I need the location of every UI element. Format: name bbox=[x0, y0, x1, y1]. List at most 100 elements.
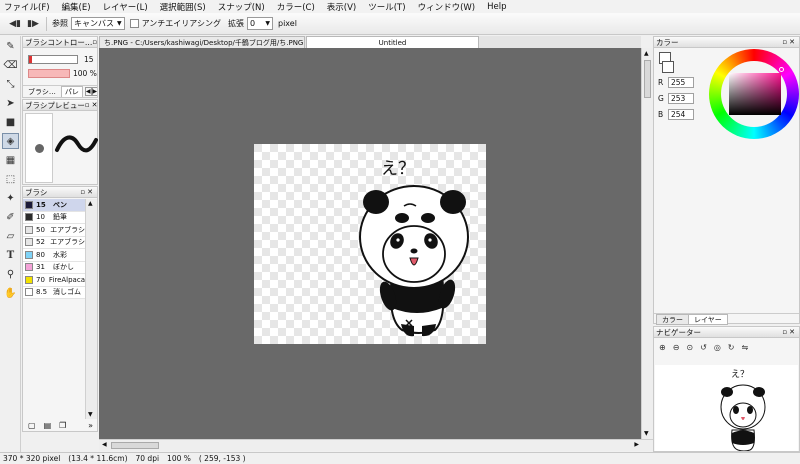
move-tool-icon[interactable]: ➤ bbox=[2, 95, 19, 111]
rotate-reset-icon[interactable]: ◎ bbox=[714, 343, 721, 352]
flip-right-icon[interactable]: ▮▶ bbox=[26, 17, 40, 31]
brush-size: 50 bbox=[36, 225, 45, 234]
horizontal-scrollbar[interactable]: ◀ ▶ bbox=[99, 439, 653, 451]
green-input[interactable]: 253 bbox=[668, 93, 694, 104]
panel-close-icon[interactable]: ▫✕ bbox=[782, 328, 799, 336]
color-layer-tabs: カラー レイヤー bbox=[654, 313, 799, 325]
more-icon[interactable]: » bbox=[88, 421, 97, 430]
list-item[interactable]: 10 鉛筆 bbox=[23, 211, 85, 224]
zoom-in-icon[interactable]: ⊕ bbox=[659, 343, 666, 352]
eraser-tool-icon[interactable]: ⌫ bbox=[2, 57, 19, 73]
menu-tools[interactable]: ツール(T) bbox=[368, 1, 405, 13]
menu-window[interactable]: ウィンドウ(W) bbox=[418, 1, 476, 13]
brush-list-scrollbar[interactable]: ▲ ▼ bbox=[85, 199, 97, 419]
tab-color[interactable]: カラー bbox=[656, 314, 689, 325]
vertical-scroll-thumb[interactable] bbox=[644, 60, 651, 98]
scroll-down-icon[interactable]: ▼ bbox=[88, 411, 93, 418]
tab-brush[interactable]: ブラシ… bbox=[23, 87, 61, 97]
scroll-up-icon[interactable]: ▲ bbox=[644, 50, 649, 57]
blue-row: B 254 bbox=[658, 109, 694, 120]
select-pen-tool-icon[interactable]: ✐ bbox=[2, 209, 19, 225]
gradient-tool-icon[interactable]: ▦ bbox=[2, 152, 19, 168]
reference-select[interactable]: キャンバス ▼ bbox=[71, 17, 125, 30]
new-brush-icon[interactable]: ▢ bbox=[28, 421, 36, 430]
zoom-fit-icon[interactable]: ⊙ bbox=[686, 343, 693, 352]
document-tabs: ち.PNG - C:/Users/kashiwagi/Desktop/千鶴ブログ… bbox=[99, 36, 641, 48]
transform-tool-icon[interactable]: ⤡ bbox=[2, 76, 19, 92]
brush-name: 消しゴム bbox=[53, 288, 81, 297]
horizontal-scroll-thumb[interactable] bbox=[111, 442, 159, 449]
blue-input[interactable]: 254 bbox=[668, 109, 694, 120]
menu-file[interactable]: ファイル(F) bbox=[4, 1, 50, 13]
eyedropper-tool-icon[interactable]: ⚲ bbox=[2, 266, 19, 282]
scroll-left-icon[interactable]: ◀ bbox=[102, 441, 107, 448]
fill-tool-icon[interactable]: ■ bbox=[2, 114, 19, 130]
list-item[interactable]: 15 ペン bbox=[23, 199, 85, 212]
list-item[interactable]: 8.5 消しゴム bbox=[23, 286, 85, 299]
menu-select[interactable]: 選択範囲(S) bbox=[160, 1, 206, 13]
panel-close-icon[interactable]: ▫✕ bbox=[85, 101, 97, 109]
scroll-up-icon[interactable]: ▲ bbox=[88, 200, 93, 207]
scroll-right-icon[interactable]: ▶ bbox=[634, 441, 639, 448]
menu-layer[interactable]: レイヤー(L) bbox=[103, 1, 148, 13]
edit-brush-icon[interactable]: ▤ bbox=[44, 421, 52, 430]
rotate-left-icon[interactable]: ↺ bbox=[700, 343, 707, 352]
duplicate-brush-icon[interactable]: ❐ bbox=[59, 421, 66, 430]
hand-tool-icon[interactable]: ✋ bbox=[2, 285, 19, 301]
brush-color-swatch bbox=[25, 200, 33, 209]
flip-view-icon[interactable]: ⇋ bbox=[742, 343, 749, 352]
panel-close-icon[interactable]: ▫✕ bbox=[782, 38, 799, 46]
tab-palette[interactable]: パレ bbox=[60, 86, 83, 97]
tool-palette: ✎ ⌫ ⤡ ➤ ■ ◈ ▦ ⬚ ✦ ✐ ▱ T ⚲ ✋ bbox=[0, 36, 21, 452]
tab-document-untitled[interactable]: Untitled bbox=[306, 36, 479, 48]
list-item[interactable]: 50 エアブラシ bbox=[23, 224, 85, 237]
bucket-tool-icon[interactable]: ◈ bbox=[2, 133, 19, 149]
brush-name: FireAlpaca bbox=[48, 275, 85, 284]
scroll-down-icon[interactable]: ▼ bbox=[644, 430, 649, 437]
canvas-workspace: え？ bbox=[99, 48, 641, 439]
tab-scroll-left-icon[interactable]: ◀ bbox=[84, 87, 92, 96]
select-eraser-tool-icon[interactable]: ▱ bbox=[2, 228, 19, 244]
zoom-out-icon[interactable]: ⊖ bbox=[673, 343, 680, 352]
panel-header: ブラシ ▫✕ bbox=[23, 187, 97, 198]
red-label: R bbox=[658, 78, 664, 87]
rotate-right-icon[interactable]: ↻ bbox=[728, 343, 735, 352]
color-wheel[interactable] bbox=[709, 49, 799, 139]
brush-control-panel: ブラシコントロー… ▫✕ 15 100 % ブラシ… パレ ◀ ▶ bbox=[22, 36, 98, 98]
secondary-color-swatch[interactable] bbox=[662, 61, 674, 73]
list-item[interactable]: 70 FireAlpaca bbox=[23, 274, 85, 287]
tab-layer[interactable]: レイヤー bbox=[688, 314, 728, 325]
brush-list-footer: ▢ ▤ ❐ » bbox=[23, 419, 97, 431]
navigator-thumbnail[interactable]: え？ bbox=[655, 365, 798, 451]
brush-list-panel: ブラシ ▫✕ 15 ペン 10 鉛筆 50 エアブラシ 52 エアブラシ 80 水彩 31… bbox=[22, 186, 98, 432]
zoom-level: 100 % bbox=[167, 454, 191, 463]
list-item[interactable]: 31 ぼかし bbox=[23, 261, 85, 274]
magic-wand-tool-icon[interactable]: ✦ bbox=[2, 190, 19, 206]
antialias-checkbox[interactable] bbox=[129, 19, 139, 28]
list-item[interactable]: 52 エアブラシ bbox=[23, 236, 85, 249]
red-input[interactable]: 255 bbox=[668, 77, 694, 88]
menu-edit[interactable]: 編集(E) bbox=[62, 1, 91, 13]
panel-close-icon[interactable]: ▫✕ bbox=[92, 38, 97, 46]
list-item[interactable]: 80 水彩 bbox=[23, 249, 85, 262]
vertical-scrollbar[interactable]: ▲ ▼ bbox=[641, 48, 653, 439]
menu-color[interactable]: カラー(C) bbox=[277, 1, 315, 13]
panel-close-icon[interactable]: ▫✕ bbox=[80, 188, 97, 196]
tab-scroll-right-icon[interactable]: ▶ bbox=[91, 87, 97, 96]
expand-select[interactable]: 0 ▼ bbox=[246, 17, 273, 30]
menu-view[interactable]: 表示(V) bbox=[327, 1, 356, 13]
brush-color-swatch bbox=[25, 288, 33, 297]
brush-color-swatch bbox=[25, 213, 33, 222]
hue-marker[interactable] bbox=[779, 67, 784, 72]
menu-snap[interactable]: スナップ(N) bbox=[218, 1, 265, 13]
text-tool-icon[interactable]: T bbox=[2, 247, 19, 263]
saturation-value-square[interactable] bbox=[729, 73, 781, 115]
tab-document-file[interactable]: ち.PNG - C:/Users/kashiwagi/Desktop/千鶴ブログ… bbox=[99, 36, 305, 48]
menu-help[interactable]: Help bbox=[487, 2, 506, 12]
drawing-canvas[interactable]: え？ bbox=[254, 144, 486, 344]
brush-opacity-slider[interactable] bbox=[28, 69, 70, 78]
pen-tool-icon[interactable]: ✎ bbox=[2, 38, 19, 54]
flip-left-icon[interactable]: ◀▮ bbox=[8, 17, 22, 31]
select-tool-icon[interactable]: ⬚ bbox=[2, 171, 19, 187]
brush-size-slider[interactable] bbox=[28, 55, 78, 64]
